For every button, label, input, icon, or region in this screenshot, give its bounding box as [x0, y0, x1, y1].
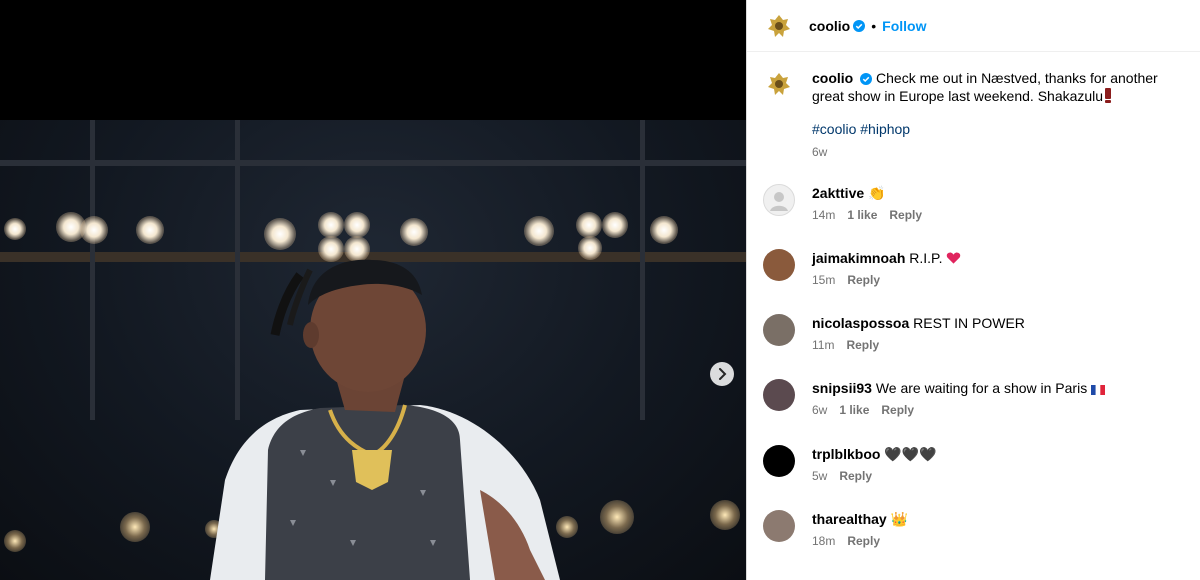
- comment-avatar[interactable]: [763, 314, 795, 346]
- red-exclamation-icon: [1105, 88, 1112, 103]
- comment-item: 2akttive 👏 14m 1 like Reply: [763, 184, 1187, 222]
- crest-logo-icon: [765, 70, 793, 98]
- comment-avatar[interactable]: [763, 249, 795, 281]
- comment-username[interactable]: nicolaspossoa: [812, 315, 909, 331]
- comment-time: 5w: [812, 469, 828, 483]
- performer-figure: [210, 259, 560, 580]
- comment-username[interactable]: jaimakimnoah: [812, 250, 905, 266]
- comment-text: 👑: [890, 511, 909, 527]
- france-flag-icon: [1091, 385, 1106, 395]
- caption: coolio Check me out in Næstved, thanks f…: [763, 68, 1187, 159]
- comment-time: 18m: [812, 534, 836, 548]
- comment-username[interactable]: tharealthay: [812, 511, 887, 527]
- follow-button[interactable]: Follow: [882, 18, 926, 34]
- comment-avatar[interactable]: [763, 445, 795, 477]
- comment-likes[interactable]: 1 like: [839, 403, 869, 417]
- reply-button[interactable]: Reply: [846, 338, 879, 352]
- chevron-right-icon: [719, 368, 727, 380]
- next-image-button[interactable]: [710, 362, 734, 386]
- comment-time: 11m: [812, 338, 835, 352]
- comment-username[interactable]: trplblkboo: [812, 446, 880, 462]
- default-avatar-icon: [770, 192, 788, 211]
- comment-item: trplblkboo 🖤🖤🖤 5w Reply: [763, 445, 1187, 483]
- reply-button[interactable]: Reply: [839, 469, 872, 483]
- caption-hashtags[interactable]: #coolio #hiphop: [812, 121, 1187, 137]
- post-sidebar: coolio • Follow coolio Check me out in N…: [746, 0, 1200, 580]
- reply-button[interactable]: Reply: [881, 403, 914, 417]
- comment-avatar[interactable]: [763, 379, 795, 411]
- comment-item: jaimakimnoah R.I.P. 15m Reply: [763, 249, 1187, 287]
- comment-text: REST IN POWER: [913, 315, 1025, 331]
- header-separator: •: [871, 17, 877, 34]
- comment-avatar[interactable]: [763, 510, 795, 542]
- comment-item: tharealthay 👑 18m Reply: [763, 510, 1187, 548]
- caption-username[interactable]: coolio: [812, 70, 853, 86]
- post-photo: [0, 120, 746, 580]
- post-media: [0, 0, 746, 580]
- reply-button[interactable]: Reply: [847, 534, 880, 548]
- comment-text: 👏: [868, 185, 886, 201]
- reply-button[interactable]: Reply: [847, 273, 880, 287]
- comment-username[interactable]: 2akttive: [812, 185, 864, 201]
- caption-avatar[interactable]: [763, 68, 795, 100]
- comment-avatar[interactable]: [763, 184, 795, 216]
- red-heart-icon: [947, 252, 961, 264]
- comment-item: nicolaspossoa REST IN POWER 11m Reply: [763, 314, 1187, 352]
- comment-text: We are waiting for a show in Paris: [875, 380, 1088, 396]
- post-header: coolio • Follow: [747, 0, 1200, 52]
- caption-time: 6w: [812, 145, 828, 159]
- comment-time: 6w: [812, 403, 828, 417]
- comment-username[interactable]: snipsii93: [812, 380, 872, 396]
- crest-logo-icon: [765, 11, 793, 40]
- comment-likes[interactable]: 1 like: [847, 208, 877, 222]
- comment-item: snipsii93 We are waiting for a show in P…: [763, 379, 1187, 417]
- comment-text: 🖤🖤🖤: [884, 446, 937, 462]
- comment-time: 14m: [812, 208, 836, 222]
- verified-badge-icon: [860, 73, 873, 85]
- verified-badge-icon: [853, 19, 866, 32]
- coolio-avatar[interactable]: [763, 9, 795, 42]
- comment-text: R.I.P.: [909, 250, 943, 266]
- header-username[interactable]: coolio: [809, 18, 850, 34]
- comment-time: 15m: [812, 273, 836, 287]
- reply-button[interactable]: Reply: [889, 208, 922, 222]
